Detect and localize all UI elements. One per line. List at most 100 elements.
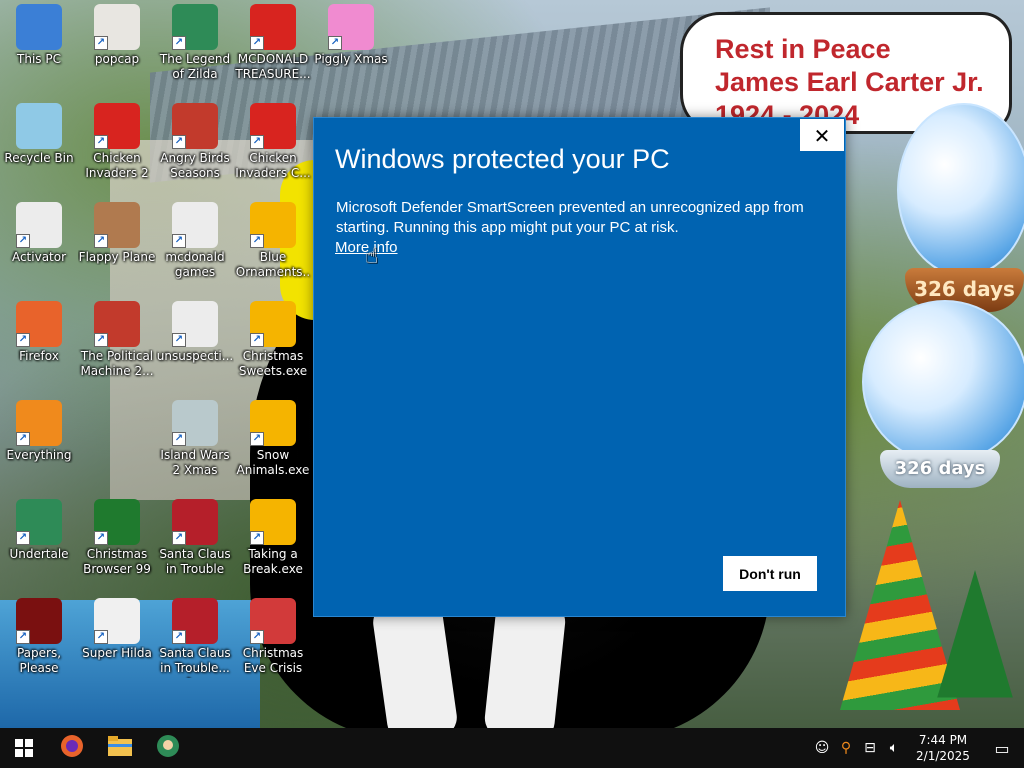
search-icon[interactable]: ⚲: [834, 728, 858, 768]
shortcut-arrow-icon: ↗: [172, 234, 186, 248]
gift-icon: ↗: [250, 400, 296, 446]
clock-date: 2/1/2025: [916, 749, 970, 763]
shortcut-arrow-icon: ↗: [172, 36, 186, 50]
desktop-icon[interactable]: ↗ Piggly Xmas: [312, 4, 390, 67]
mcdonalds-icon: ↗: [250, 4, 296, 50]
desktop-icon[interactable]: ↗ Firefox: [0, 301, 78, 364]
windows-logo-icon: [15, 739, 33, 757]
desktop-icon[interactable]: ↗ The Legend of Zilda: [156, 4, 234, 82]
desktop-icon[interactable]: ↗ Undertale: [0, 499, 78, 562]
desktop-icon[interactable]: ↗ Super Hilda: [78, 598, 156, 661]
desktop-icon-label: Chicken Invaders 2: [85, 151, 149, 180]
chicken-icon: ↗: [94, 103, 140, 149]
spiral-tree-decoration: [840, 500, 960, 710]
dialog-message: Microsoft Defender SmartScreen prevented…: [336, 199, 804, 236]
desktop-icon-label: Flappy Plane: [78, 250, 156, 264]
desktop-icon[interactable]: Recycle Bin: [0, 103, 78, 166]
computer-icon: [16, 4, 62, 50]
desktop-icon-label: Island Wars 2 Xmas: [160, 448, 230, 477]
desktop-icon[interactable]: ↗ Everything: [0, 400, 78, 463]
desktop-icon-label: Angry Birds Seasons: [160, 151, 230, 180]
shortcut-arrow-icon: ↗: [94, 333, 108, 347]
shortcut-arrow-icon: ↗: [172, 333, 186, 347]
desktop-icon[interactable]: ↗ Christmas Browser 99: [78, 499, 156, 577]
island-wars-icon: ↗: [172, 400, 218, 446]
shortcut-arrow-icon: ↗: [172, 630, 186, 644]
days-counter: 326 days: [914, 277, 1015, 301]
undertale-icon: ↗: [16, 499, 62, 545]
desktop-icon[interactable]: ↗ The Political Machine 2...: [78, 301, 156, 379]
snow-globe: [862, 300, 1024, 464]
file-icon: ↗: [16, 202, 62, 248]
desktop-icon-label: MCDONALD TREASURE...: [235, 52, 311, 81]
desktop-icon[interactable]: ↗ Santa Claus in Trouble... A...: [156, 598, 234, 678]
clock[interactable]: 7:44 PM 2/1/2025: [906, 732, 980, 764]
shortcut-arrow-icon: ↗: [16, 432, 30, 446]
start-button[interactable]: [0, 728, 48, 768]
desktop-icon[interactable]: ↗ Activator: [0, 202, 78, 265]
search-icon: ↗: [16, 400, 62, 446]
shortcut-arrow-icon: ↗: [250, 135, 264, 149]
desktop-icon-label: unsuspecti...: [156, 349, 234, 363]
desktop-icon[interactable]: ↗ Chicken Invaders C...: [234, 103, 312, 181]
desktop-icon-label: Taking a Break.exe: [243, 547, 303, 576]
shortcut-arrow-icon: ↗: [250, 432, 264, 446]
desktop-icon-label: Christmas Sweets.exe: [238, 349, 308, 378]
firefox-taskbar-button[interactable]: [48, 728, 96, 768]
snow-globe-base: 326 days: [880, 450, 1000, 488]
angry-bird-icon: ↗: [172, 103, 218, 149]
people-icon[interactable]: ☺: [810, 728, 834, 768]
desktop-icon[interactable]: ↗ MCDONALD TREASURE...: [234, 4, 312, 82]
close-button[interactable]: ✕: [800, 119, 844, 151]
shortcut-arrow-icon: ↗: [250, 234, 264, 248]
shortcut-arrow-icon: ↗: [328, 36, 342, 50]
shortcut-arrow-icon: ↗: [250, 333, 264, 347]
memorial-line: Rest in Peace: [715, 34, 891, 64]
desktop-icon[interactable]: ↗ Chicken Invaders 2: [78, 103, 156, 181]
desktop-icon[interactable]: ↗ popcap: [78, 4, 156, 67]
dialog-title: Windows protected your PC: [335, 144, 670, 174]
desktop-icon[interactable]: ↗ Snow Animals.exe: [234, 400, 312, 478]
desktop-icon[interactable]: ↗ Santa Claus in Trouble: [156, 499, 234, 577]
desktop-icon[interactable]: ↗ Papers, Please: [0, 598, 78, 676]
desktop-icon[interactable]: ↗ Blue Ornaments....: [234, 202, 312, 282]
desktop-icon[interactable]: ↗ Christmas Eve Crisis: [234, 598, 312, 676]
desktop-icon[interactable]: ↗ mcdonald games: [156, 202, 234, 280]
political-machine-icon: ↗: [94, 301, 140, 347]
gift-icon: ↗: [250, 499, 296, 545]
shortcut-arrow-icon: ↗: [16, 531, 30, 545]
gift-icon: ↗: [250, 202, 296, 248]
shortcut-arrow-icon: ↗: [250, 531, 264, 545]
shortcut-arrow-icon: ↗: [94, 630, 108, 644]
shortcut-arrow-icon: ↗: [172, 531, 186, 545]
zilda-taskbar-button[interactable]: [144, 728, 192, 768]
gift-icon: ↗: [250, 301, 296, 347]
desktop-icon[interactable]: ↗ Island Wars 2 Xmas: [156, 400, 234, 478]
desktop-icon-label: Christmas Eve Crisis: [242, 646, 304, 675]
notifications-icon[interactable]: ▭: [980, 728, 1024, 768]
days-counter: 326 days: [894, 458, 986, 479]
file-icon: ↗: [172, 301, 218, 347]
desktop-icon[interactable]: ↗ Angry Birds Seasons: [156, 103, 234, 181]
shortcut-arrow-icon: ↗: [172, 432, 186, 446]
desktop-icon-label: Snow Animals.exe: [236, 448, 310, 477]
clock-time: 7:44 PM: [918, 733, 968, 747]
desktop-icon-label: Recycle Bin: [4, 151, 74, 165]
desktop-icon-label: Undertale: [9, 547, 69, 561]
volume-muted-icon[interactable]: 🔈︎: [882, 728, 906, 768]
desktop-icon-label: Piggly Xmas: [314, 52, 388, 66]
shortcut-arrow-icon: ↗: [250, 630, 264, 644]
desktop-icon[interactable]: ↗ unsuspecti...: [156, 301, 234, 364]
firefox-icon: ↗: [16, 301, 62, 347]
shortcut-arrow-icon: ↗: [16, 234, 30, 248]
desktop-icon[interactable]: ↗ Christmas Sweets.exe: [234, 301, 312, 379]
desktop-icon[interactable]: ↗ Flappy Plane: [78, 202, 156, 265]
dont-run-button[interactable]: Don't run: [723, 556, 817, 591]
firefox-icon: [60, 734, 84, 763]
desktop-icon[interactable]: This PC: [0, 4, 78, 67]
shortcut-arrow-icon: ↗: [250, 36, 264, 50]
memorial-line: James Earl Carter Jr.: [715, 67, 984, 97]
file-explorer-taskbar-button[interactable]: [96, 728, 144, 768]
network-icon[interactable]: ⊟: [858, 728, 882, 768]
desktop-icon[interactable]: ↗ Taking a Break.exe: [234, 499, 312, 577]
